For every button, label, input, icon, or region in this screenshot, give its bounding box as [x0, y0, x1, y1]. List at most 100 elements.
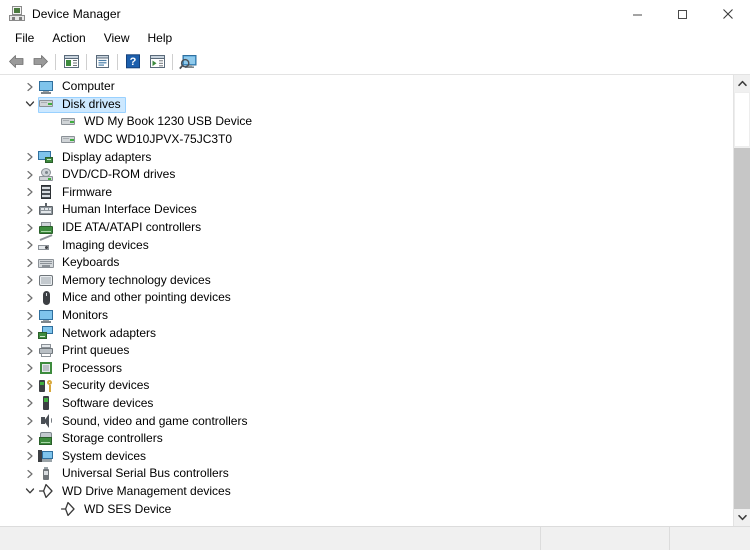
chevron-right-icon[interactable] [22, 237, 38, 253]
menu-item-help[interactable]: Help [139, 29, 182, 48]
tree-item-label: WD My Book 1230 USB Device [84, 114, 253, 129]
chevron-right-icon[interactable] [22, 395, 38, 411]
tree-item-display-adapters[interactable]: Display adapters [0, 148, 733, 166]
tree-item-monitors[interactable]: Monitors [0, 307, 733, 325]
keyboard-icon [38, 255, 54, 271]
chevron-right-icon[interactable] [22, 360, 38, 376]
tree-item-label: System devices [62, 448, 147, 463]
svg-text:?: ? [130, 56, 137, 68]
tree-item-print-queues[interactable]: Print queues [0, 342, 733, 360]
scrollbar-track[interactable] [734, 92, 750, 509]
chevron-right-icon[interactable] [22, 255, 38, 271]
menu-item-file[interactable]: File [6, 29, 43, 48]
tree-item-label: Disk drives [62, 96, 121, 111]
chevron-right-icon[interactable] [22, 220, 38, 236]
tree-item-memory-technology-devices[interactable]: Memory technology devices [0, 272, 733, 290]
tree-item-label: Human Interface Devices [62, 202, 197, 217]
menu-item-action[interactable]: Action [43, 29, 94, 48]
chevron-right-icon[interactable] [22, 325, 38, 341]
hid-icon [38, 202, 54, 218]
tree-item-label: Network adapters [62, 325, 157, 340]
tree-item-label: Print queues [62, 343, 130, 358]
tree-item-imaging-devices[interactable]: Imaging devices [0, 234, 733, 254]
update-driver-button[interactable] [145, 51, 169, 73]
forward-button[interactable] [28, 51, 52, 73]
memory-technology-icon [38, 272, 54, 288]
tree-item-label: Security devices [62, 378, 150, 393]
back-button[interactable] [4, 51, 28, 73]
tree-item-label: Firmware [62, 184, 112, 199]
menu-item-view[interactable]: View [95, 29, 139, 48]
chevron-right-icon[interactable] [22, 343, 38, 359]
close-button[interactable] [705, 0, 750, 28]
window-controls [615, 0, 750, 28]
printer-icon [38, 343, 54, 359]
chevron-right-icon[interactable] [22, 290, 38, 306]
properties-button[interactable] [90, 51, 114, 73]
tree-item-processors[interactable]: Processors [0, 360, 733, 378]
chevron-right-icon[interactable] [22, 149, 38, 165]
chevron-right-icon[interactable] [22, 413, 38, 429]
minimize-button[interactable] [615, 0, 660, 28]
device-manager-icon [9, 6, 25, 22]
tree-item-software-devices[interactable]: Software devices [0, 395, 733, 413]
tree-item-mice-and-other-pointing-devices[interactable]: Mice and other pointing devices [0, 289, 733, 307]
chevron-right-icon[interactable] [22, 184, 38, 200]
main-content: Computer Disk drives WD My Book 1230 USB… [0, 75, 750, 526]
tree-item-label: Storage controllers [62, 431, 163, 446]
chevron-right-icon[interactable] [22, 378, 38, 394]
tree-item-human-interface-devices[interactable]: Human Interface Devices [0, 201, 733, 219]
tree-item-security-devices[interactable]: Security devices [0, 377, 733, 395]
tree-item-label: Processors [62, 360, 123, 375]
toolbar: ? [0, 49, 750, 75]
status-segment-main [0, 526, 541, 550]
tree-item-keyboards[interactable]: Keyboards [0, 254, 733, 272]
tree-item-computer[interactable]: Computer [0, 78, 733, 96]
title-bar: Device Manager [0, 0, 750, 28]
security-device-icon [38, 378, 54, 394]
chevron-right-icon[interactable] [22, 466, 38, 482]
tree-item-universal-serial-bus-controllers[interactable]: Universal Serial Bus controllers [0, 465, 733, 483]
tree-item-network-adapters[interactable]: Network adapters [0, 324, 733, 342]
chevron-down-icon[interactable] [22, 96, 38, 112]
tree-item-sound-video-game-controllers[interactable]: Sound, video and game controllers [0, 412, 733, 430]
help-button[interactable]: ? [121, 51, 145, 73]
device-tree[interactable]: Computer Disk drives WD My Book 1230 USB… [0, 75, 733, 526]
tree-item-label: Sound, video and game controllers [62, 413, 248, 428]
console-tree-button[interactable] [59, 51, 83, 73]
tree-item-wd-drive-management-devices[interactable]: WD Drive Management devices [0, 483, 733, 501]
monitor-icon [38, 308, 54, 324]
vertical-scrollbar[interactable] [733, 75, 750, 526]
tree-item-wdc-wd10jpvx[interactable]: WDC WD10JPVX-75JC3T0 [0, 131, 733, 149]
firmware-icon [38, 184, 54, 200]
scrollbar-track-lower[interactable] [734, 148, 750, 509]
chevron-right-icon[interactable] [22, 202, 38, 218]
chevron-right-icon[interactable] [22, 167, 38, 183]
tree-item-firmware[interactable]: Firmware [0, 184, 733, 202]
chevron-right-icon[interactable] [22, 79, 38, 95]
scrollbar-thumb[interactable] [734, 92, 750, 147]
chevron-right-icon[interactable] [22, 431, 38, 447]
toolbar-separator [86, 53, 87, 70]
tree-item-label: WD Drive Management devices [62, 483, 231, 498]
scan-hardware-button[interactable] [176, 51, 200, 73]
chevron-right-icon[interactable] [22, 448, 38, 464]
chevron-right-icon[interactable] [22, 272, 38, 288]
tree-item-system-devices[interactable]: System devices [0, 447, 733, 465]
tree-item-storage-controllers[interactable]: Storage controllers [0, 430, 733, 448]
tree-item-label: IDE ATA/ATAPI controllers [62, 220, 202, 235]
tree-item-wd-ses-device[interactable]: WD SES Device [0, 500, 733, 518]
tree-item-label: Memory technology devices [62, 272, 211, 287]
scroll-up-button[interactable] [734, 75, 750, 92]
tree-item-disk-drives[interactable]: Disk drives [0, 96, 733, 114]
chevron-down-icon[interactable] [22, 483, 38, 499]
maximize-button[interactable] [660, 0, 705, 28]
status-bar [0, 526, 750, 550]
tree-item-label: Keyboards [62, 255, 120, 270]
tree-item-ide-ata-atapi-controllers[interactable]: IDE ATA/ATAPI controllers [0, 219, 733, 237]
tree-item-wd-my-book[interactable]: WD My Book 1230 USB Device [0, 113, 733, 131]
scroll-down-button[interactable] [734, 509, 750, 526]
window-title: Device Manager [32, 7, 121, 21]
chevron-right-icon[interactable] [22, 308, 38, 324]
tree-item-dvd-cdrom-drives[interactable]: DVD/CD-ROM drives [0, 166, 733, 184]
